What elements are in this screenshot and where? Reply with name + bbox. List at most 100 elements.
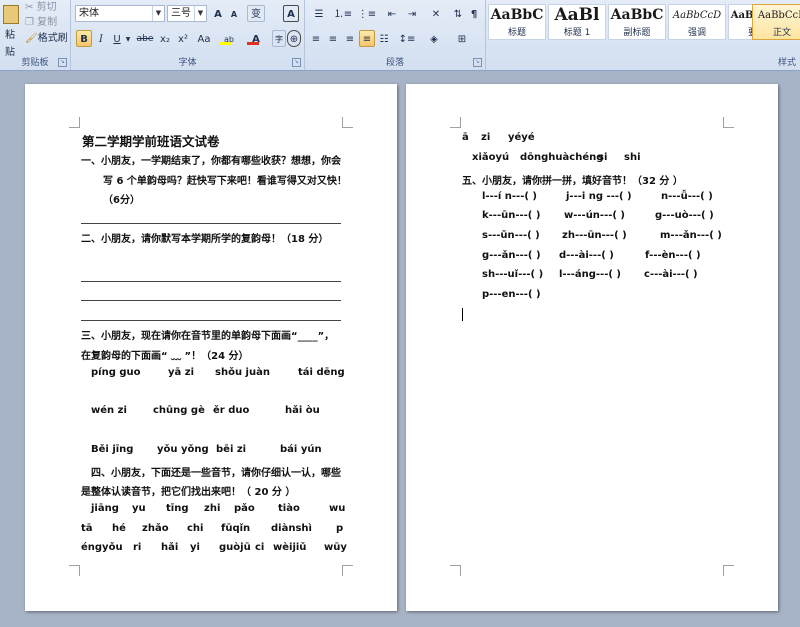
underline-button[interactable]: U	[110, 30, 124, 47]
justify-button[interactable]: ≡	[359, 30, 375, 47]
spelling-item: n---ǚ---( )	[661, 191, 713, 202]
sort-button[interactable]: ⇅	[451, 5, 465, 22]
pinyin-word: bēi zi	[216, 444, 247, 455]
style-subtitle[interactable]: AaBbC 副标题	[608, 4, 666, 40]
align-center-button[interactable]: ≡	[325, 30, 341, 47]
style-heading-1[interactable]: AaBl 标题 1	[548, 4, 606, 40]
paintbrush-icon: 🖌	[25, 33, 38, 44]
font-color-button[interactable]: A	[244, 30, 268, 47]
exam-title: 第二学期学前班语文试卷	[82, 134, 220, 149]
styles-group-label: 样式	[777, 58, 796, 68]
pinyin-word: shi	[624, 152, 641, 163]
pinyin-word: zhǎo	[142, 523, 169, 534]
margin-corner-br	[342, 565, 353, 576]
pinyin-word: ā	[462, 132, 469, 143]
spelling-item: sh---uǐ---( )	[482, 269, 544, 280]
phonetic-guide-button[interactable]: 变	[247, 5, 265, 22]
border-grid-icon: ⊞	[457, 34, 467, 45]
spelling-item: w---ún---( )	[564, 210, 626, 221]
font-family-select[interactable]: 宋体 ▼	[75, 5, 165, 22]
enclose-char-button[interactable]: 字	[272, 30, 286, 47]
bullets-button[interactable]: ☰	[308, 5, 330, 22]
multilevel-list-button[interactable]: ⋮≡	[356, 5, 378, 22]
spelling-item: l---áng---( )	[559, 269, 621, 280]
chinese-layout-button[interactable]: ✕	[425, 5, 447, 22]
paste-button[interactable]: 粘贴	[0, 2, 20, 58]
underline-options-icon[interactable]: ▼	[124, 30, 132, 47]
pinyin-word: wūy	[324, 542, 347, 553]
chevron-down-icon[interactable]: ▼	[194, 6, 206, 21]
numbering-button[interactable]: ⒈≡	[332, 5, 354, 22]
increase-indent-button[interactable]: ⇥	[403, 5, 421, 22]
line-spacing-button[interactable]: ↕≡	[396, 30, 418, 47]
spelling-item: f---èn---( )	[645, 250, 701, 261]
pinyin-word: fūqǐn	[221, 523, 251, 534]
answer-line	[81, 223, 341, 224]
subscript-button[interactable]: x₂	[157, 30, 173, 47]
margin-corner-tr	[342, 117, 353, 128]
pinyin-word: tīng	[166, 503, 189, 514]
pinyin-word: pǎo	[234, 503, 255, 514]
align-left-button[interactable]: ≡	[308, 30, 324, 47]
paragraph-group-label: 段落	[385, 58, 404, 68]
spelling-item: zh---ūn---( )	[562, 230, 627, 241]
pinyin-word: tā	[81, 523, 93, 534]
page-2[interactable]: ā zi yéyé xiǎoyú dōnghuàchéng si shi 五、小…	[406, 84, 778, 611]
margin-corner-bl	[69, 565, 80, 576]
pinyin-word: chūng gè	[153, 405, 205, 416]
pinyin-word: zhi	[204, 503, 221, 514]
chevron-down-icon[interactable]: ▼	[152, 6, 164, 21]
char-shading-button[interactable]: ⊕	[287, 30, 301, 47]
answer-line	[81, 300, 341, 301]
style-title[interactable]: AaBbC 标题	[488, 4, 546, 40]
pinyin-word: wén zi	[91, 405, 127, 416]
answer-line	[81, 281, 341, 282]
font-size-select[interactable]: 三号 ▼	[167, 5, 207, 22]
margin-corner-tl	[69, 117, 80, 128]
pilcrow-icon: ¶	[470, 9, 478, 20]
format-painter-button[interactable]: 🖌格式刷	[24, 29, 70, 46]
shrink-font-button[interactable]: A	[227, 5, 241, 22]
paragraph-dialog-launcher[interactable]: ↘	[473, 58, 482, 67]
margin-corner-bl	[450, 565, 461, 576]
page-1[interactable]: 第二学期学前班语文试卷 一、小朋友，一学期结束了，你都有哪些收获？想想，你会 写…	[25, 84, 397, 611]
pinyin-word: diànshì	[271, 523, 312, 534]
superscript-button[interactable]: x²	[175, 30, 191, 47]
document-canvas[interactable]: 第二学期学前班语文试卷 一、小朋友，一学期结束了，你都有哪些收获？想想，你会 写…	[0, 71, 800, 627]
show-marks-button[interactable]: ¶	[467, 5, 481, 22]
pinyin-word: xiǎoyú	[472, 152, 510, 163]
q1-line-1: 一、小朋友，一学期结束了，你都有哪些收获？想想，你会	[81, 156, 341, 167]
q3-line-2: 在复韵母的下面画“ ﹏ ”！（24 分）	[81, 351, 249, 362]
pinyin-word: zi	[481, 132, 491, 143]
spelling-item: l---í n---( )	[482, 191, 537, 202]
styles-group: AaBbC 标题 AaBl 标题 1 AaBbC 副标题 AaBbCcD 强调 …	[486, 0, 800, 70]
change-case-button[interactable]: Aa	[193, 30, 215, 47]
font-dialog-launcher[interactable]: ↘	[292, 58, 301, 67]
font-group-label: 字体	[178, 58, 197, 68]
style-emphasis[interactable]: AaBbCcD 强调	[668, 4, 726, 40]
clipboard-dialog-launcher[interactable]: ↘	[58, 58, 67, 67]
align-right-button[interactable]: ≡	[342, 30, 358, 47]
spelling-item: p---en---( )	[482, 289, 541, 300]
shading-button[interactable]: ◈	[422, 30, 446, 47]
pinyin-word: yā zi	[168, 367, 194, 378]
char-border-button[interactable]: A	[283, 5, 299, 22]
pinyin-word: si	[598, 152, 608, 163]
style-normal[interactable]: AaBbCcD 正文	[752, 4, 800, 40]
italic-button[interactable]: I	[94, 30, 108, 47]
bold-button[interactable]: B	[76, 30, 92, 47]
copy-button[interactable]: ❐ 复制	[24, 13, 68, 30]
borders-button[interactable]: ⊞	[450, 30, 474, 47]
scissors-icon: ✂	[25, 2, 34, 13]
pinyin-word: hǎi òu	[285, 405, 320, 416]
q1-line-2: 写 6 个单韵母吗？赶快写下来吧！看谁写得又对又快！	[103, 176, 347, 187]
decrease-indent-button[interactable]: ⇤	[383, 5, 401, 22]
strikethrough-button[interactable]: abe	[135, 30, 155, 47]
ribbon: 粘贴 ✂ 剪切 ❐ 复制 🖌格式刷 剪贴板 ↘ 宋体 ▼ 三号 ▼ A A 变 A …	[0, 0, 800, 71]
distribute-button[interactable]: ☷	[376, 30, 392, 47]
paint-bucket-icon: ◈	[430, 34, 438, 45]
align-center-icon: ≡	[328, 34, 338, 45]
grow-font-button[interactable]: A	[210, 5, 226, 22]
spelling-item: c---ài---( )	[644, 269, 698, 280]
text-highlight-button[interactable]: ab	[217, 30, 241, 47]
